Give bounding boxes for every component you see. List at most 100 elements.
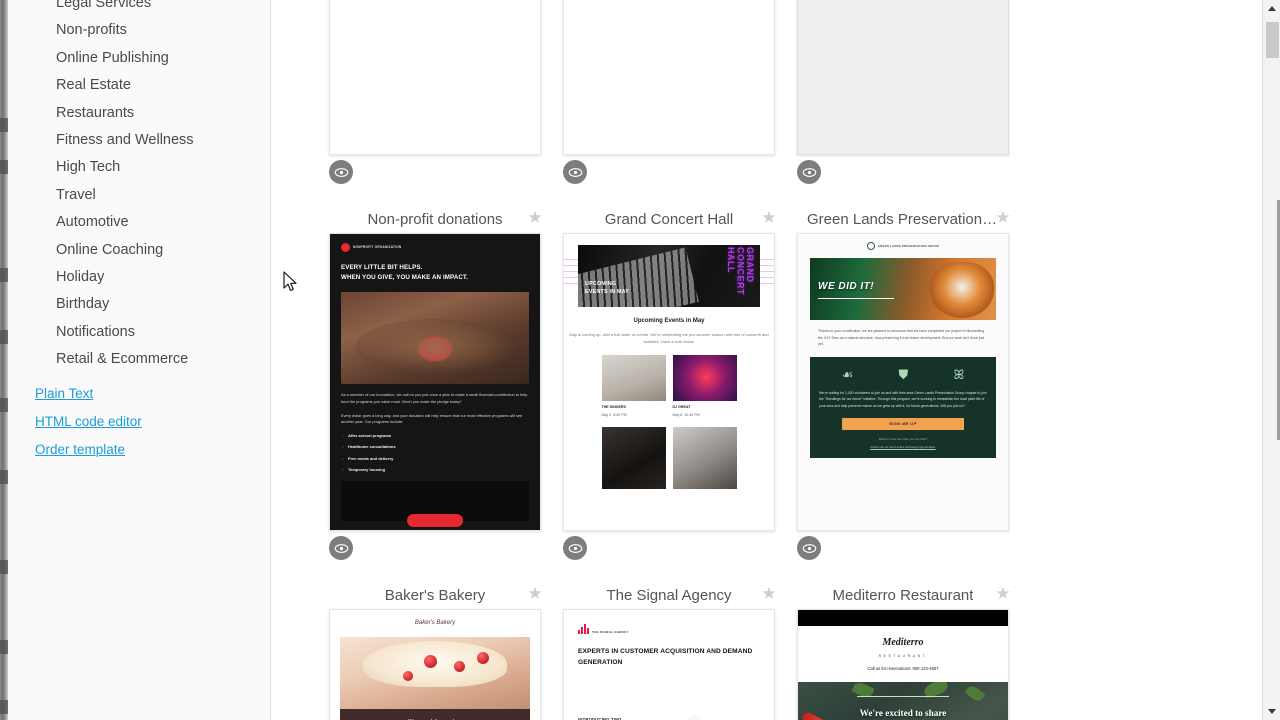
card-header: The Signal Agency ★ [552,581,786,609]
logo-text: THE SIGNAL AGENCY [592,629,629,634]
sidebar-item-label: High Tech [56,159,121,176]
template-thumbnail-mediterro[interactable]: Mediterro RESTAURANT Call us for reserva… [797,609,1009,720]
preview-eye-icon[interactable] [329,160,353,184]
star-icon[interactable]: ★ [760,585,778,603]
star-icon[interactable]: ★ [994,585,1012,603]
page-title[interactable]: Non-profit donations [367,211,502,228]
hero-image-hands-heart [341,291,529,384]
star-icon[interactable]: ★ [526,585,544,603]
card-header: Grand Concert Hall ★ [552,205,786,233]
sidebar-item-online-coaching[interactable]: Online Coaching [8,237,271,264]
template-thumbnail-signal-agency[interactable]: THE SIGNAL AGENCY EXPERTS IN CUSTOMER AC… [563,609,775,720]
preview-eye-icon[interactable] [563,160,587,184]
star-icon[interactable]: ★ [526,209,544,227]
eye-icon [334,167,348,177]
page-title[interactable]: Mediterro Restaurant [833,587,974,604]
paragraph: Thanks to your contribution, we are plea… [818,329,985,347]
template-card: Mediterro Restaurant ★ Mediterro RESTAUR… [786,567,1020,720]
preview-eye-icon[interactable] [329,536,353,560]
berry [476,651,489,664]
email-preview-webinar: In this free webinar, you'll learn exper… [330,0,540,154]
link-order-template[interactable]: Order template [8,436,271,464]
page-title[interactable]: Grand Concert Hall [605,211,733,228]
leaf-decoration [964,683,986,704]
hero-text: WE DID IT! [818,281,875,292]
list-item: Temporary housing [342,467,529,473]
preview-eye-icon[interactable] [797,160,821,184]
page-title[interactable]: Green Lands Preservation G… [807,211,999,228]
template-card: Green Lands Preservation G… ★ GREEN LAND… [786,191,1020,567]
list-item: Free meals and delivery [342,456,529,462]
link-plain-text[interactable]: Plain Text [8,380,271,408]
sidebar-item-fitness-and-wellness[interactable]: Fitness and Wellness [8,127,271,154]
bar-chart-icon [578,624,589,634]
event-tile: THE SINGERS May 3 8:00 PM [601,355,666,417]
template-thumbnail-webinar[interactable]: In this free webinar, you'll learn exper… [329,0,541,155]
sidebar-item-legal-services[interactable]: Legal Services [8,0,271,17]
star-icon[interactable]: ★ [760,209,778,227]
thumbnail-wrapper [786,0,1020,155]
brand-block: Mediterro RESTAURANT Call us for reserva… [798,626,1008,682]
template-thumbnail-non-profit-donations[interactable]: NONPROFIT ORGANIZATION EVERY LITTLE BIT … [329,233,541,531]
vertical-scrollbar[interactable] [1262,0,1280,720]
link-html-code-editor[interactable]: HTML code editor [8,408,271,436]
email-preview-non-profit: NONPROFIT ORGANIZATION EVERY LITTLE BIT … [330,234,540,530]
sidebar-item-automotive[interactable]: Automotive [8,209,271,236]
page-title[interactable]: Baker's Bakery [385,587,485,604]
sidebar-item-label: Restaurants [56,104,135,121]
logo-subtext: RESTAURANT [878,653,928,658]
hero-image-cake [340,636,530,709]
thumbnail-wrapper: ⊜ Setting a budget ▥ Setting core metric… [552,0,786,155]
list-item: After-school programs [342,433,529,439]
sidebar-item-holiday[interactable]: Holiday [8,264,271,291]
page-title[interactable]: The Signal Agency [606,587,731,604]
sidebar-item-real-estate[interactable]: Real Estate [8,72,271,99]
template-thumbnail-grand-concert-hall[interactable]: GRAND CONCERT HALL UPCOMING EVENTS IN MA… [563,233,775,531]
template-thumbnail-bakers-bakery[interactable]: Baker's Bakery We now deliver orders abo… [329,609,541,720]
event-image [601,426,666,489]
email-preview-signal-agency: THE SIGNAL AGENCY EXPERTS IN CUSTOMER AC… [564,610,774,720]
preview-eye-icon[interactable] [563,536,587,560]
template-thumbnail-blank[interactable] [797,0,1009,155]
hero-image-food: We're excited to share this week's menu … [798,681,1008,720]
sidebar-item-label: Travel [56,186,96,203]
event-time: 8:00 PM [613,412,627,417]
headline: We're excited to share this week's menu … [859,707,947,718]
sign-me-up-button: SIGN ME UP [842,418,964,431]
brand-logo: GREEN LANDS PRESERVATION GROUP [810,242,996,250]
event-name: DJ GREAT [672,405,691,410]
fox-photo [930,262,994,318]
sidebar-item-high-tech[interactable]: High Tech [8,154,271,181]
email-preview-marketing-icons: ⊜ Setting a budget ▥ Setting core metric… [564,0,774,154]
scrollbar-thumb[interactable] [1266,22,1279,58]
thumbnail-wrapper: Baker's Bakery We now deliver orders abo… [318,609,552,720]
sidebar-links: Plain Text HTML code editor Order templa… [8,380,271,464]
sidebar-item-birthday[interactable]: Birthday [8,291,271,318]
template-card: ⊜ Setting a budget ▥ Setting core metric… [552,0,786,191]
template-card: Baker's Bakery ★ Baker's Bakery [318,567,552,720]
template-thumbnail-marketing-icons[interactable]: ⊜ Setting a budget ▥ Setting core metric… [563,0,775,155]
star-icon[interactable]: ★ [994,209,1012,227]
thumbnail-wrapper: GREEN LANDS PRESERVATION GROUP WE DID IT… [786,233,1020,531]
sidebar-item-notifications[interactable]: Notifications [8,319,271,346]
heading: Upcoming Events in May [633,318,705,324]
sidebar-item-restaurants[interactable]: Restaurants [8,100,271,127]
sidebar-item-label: Non-profits [56,22,127,39]
berry [402,670,413,681]
event-date: May 3 [601,412,612,417]
template-thumbnail-green-lands[interactable]: GREEN LANDS PRESERVATION GROUP WE DID IT… [797,233,1009,531]
sidebar-item-travel[interactable]: Travel [8,182,271,209]
sidebar-item-online-publishing[interactable]: Online Publishing [8,45,271,72]
sidebar-item-non-profits[interactable]: Non-profits [8,17,271,44]
sidebar-item-label: Legal Services [56,0,152,11]
preview-eye-icon[interactable] [797,536,821,560]
sidebar-item-retail-ecommerce[interactable]: Retail & Ecommerce [8,346,271,373]
binoculars-icon: ꕤ [953,366,965,382]
sidebar-item-label: Online Coaching [56,241,164,258]
scroll-up-button[interactable] [1263,0,1280,17]
sidebar-item-label: Birthday [56,296,110,313]
scroll-down-button[interactable] [1263,703,1280,720]
hero-image-piano: GRAND CONCERT HALL UPCOMING EVENTS IN MA… [578,245,760,307]
headline: EVERY LITTLE BIT HELPS. WHEN YOU GIVE, Y… [341,264,468,281]
leaf-decoration [850,681,875,700]
